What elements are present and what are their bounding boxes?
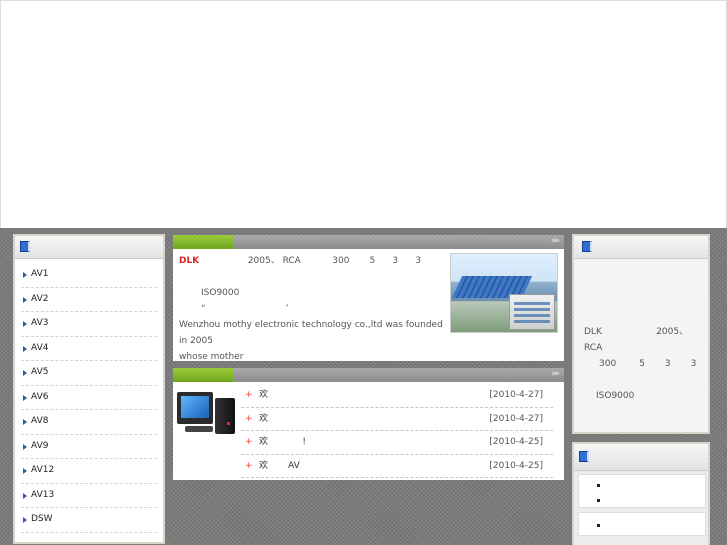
banner-area: [0, 0, 727, 228]
right-line1: DLK 2005、 RCA: [584, 327, 689, 353]
news-title-bar: »»: [173, 368, 564, 382]
book-icon: [579, 451, 589, 462]
bullet-icon: [597, 499, 600, 502]
plus-icon: +: [245, 437, 253, 447]
link-box: [578, 474, 706, 508]
monitor-shape: [177, 392, 213, 424]
nav-item-av3[interactable]: AV3: [21, 312, 157, 337]
news-panel: »» + 欢 [2010-4-27] + 欢 [2010-4-27] + 欢 !: [173, 368, 564, 480]
brand-name: DLK: [179, 256, 200, 266]
title-accent: [173, 368, 233, 382]
more-link[interactable]: »»: [551, 236, 560, 246]
links-panel: [572, 442, 710, 545]
about-line1: 2005、 RCA 300 5 3 3: [247, 256, 422, 266]
company-summary: DLK 2005、 RCA 300 5 3 3 ISO9000: [584, 324, 709, 404]
nav-item-av4[interactable]: AV4: [21, 337, 157, 361]
book-icon: [20, 241, 30, 252]
news-item[interactable]: + 欢 ! [2010-4-25]: [241, 431, 553, 455]
news-date: [2010-4-27]: [489, 413, 543, 424]
news-title[interactable]: 欢: [259, 408, 268, 431]
book-icon: [582, 241, 592, 252]
bullet-icon: [597, 484, 600, 487]
about-summary: DLK 2005、 RCA 300 5 3 3 ISO9000 “ ’: [179, 253, 441, 317]
panel-header: [574, 444, 708, 471]
about-english-line1: Wenzhou mothy electronic technology co.,…: [179, 320, 443, 346]
nav-item-av12[interactable]: AV12: [21, 459, 157, 484]
more-link[interactable]: »»: [551, 369, 560, 379]
product-category-panel: AV1 AV2 AV3 AV4 AV5 AV6 AV8 AV9 AV12 AV1…: [13, 234, 165, 544]
factory-building: [509, 294, 555, 330]
news-title[interactable]: 欢 !: [259, 431, 306, 454]
product-category-list: AV1 AV2 AV3 AV4 AV5 AV6 AV8 AV9 AV12 AV1…: [15, 259, 163, 533]
news-date: [2010-4-25]: [489, 460, 543, 471]
plus-icon: +: [245, 413, 253, 424]
nav-item-av5[interactable]: AV5: [21, 361, 157, 386]
right-line2: 300 5 3 3: [599, 359, 697, 369]
about-panel: »» DLK 2005、 RCA 300 5 3 3 ISO9000 “ ’ W…: [173, 235, 564, 362]
news-date: [2010-4-27]: [489, 390, 543, 400]
news-date: [2010-4-25]: [489, 437, 543, 447]
computer-icon: [177, 390, 239, 442]
nav-item-av2[interactable]: AV2: [21, 288, 157, 312]
news-title[interactable]: 欢 AV: [259, 455, 300, 478]
factory-photo[interactable]: [450, 253, 558, 333]
nav-item-dsw[interactable]: DSW: [21, 508, 157, 533]
right-line3: ISO9000: [596, 391, 635, 401]
about-english: Wenzhou mothy electronic technology co.,…: [179, 317, 449, 365]
about-line2: ISO9000: [201, 288, 240, 298]
bullet-icon: [597, 524, 600, 527]
news-item[interactable]: + 欢 AV [2010-4-25]: [241, 455, 553, 478]
monitor-stand: [185, 426, 213, 432]
news-item[interactable]: + 欢 [2010-4-27]: [241, 408, 553, 431]
about-title-bar: »»: [173, 235, 564, 249]
news-list: + 欢 [2010-4-27] + 欢 [2010-4-27] + 欢 ! [2…: [241, 384, 553, 478]
nav-item-av9[interactable]: AV9: [21, 435, 157, 459]
panel-header: [15, 236, 163, 259]
nav-item-av13[interactable]: AV13: [21, 484, 157, 508]
about-line3: “ ’: [201, 304, 289, 314]
news-title[interactable]: 欢: [259, 384, 268, 407]
main-area: AV1 AV2 AV3 AV4 AV5 AV6 AV8 AV9 AV12 AV1…: [0, 228, 727, 545]
title-accent: [173, 235, 233, 249]
plus-icon: +: [245, 460, 253, 471]
panel-header: [574, 236, 708, 259]
about-english-line2: whose mother: [179, 352, 244, 362]
nav-item-av6[interactable]: AV6: [21, 386, 157, 410]
company-info-panel: DLK 2005、 RCA 300 5 3 3 ISO9000: [572, 234, 710, 434]
nav-item-av1[interactable]: AV1: [21, 263, 157, 288]
news-item[interactable]: + 欢 [2010-4-27]: [241, 384, 553, 408]
pc-tower: [215, 398, 235, 434]
nav-item-av8[interactable]: AV8: [21, 410, 157, 435]
link-box: [578, 512, 706, 536]
plus-icon: +: [245, 390, 253, 400]
